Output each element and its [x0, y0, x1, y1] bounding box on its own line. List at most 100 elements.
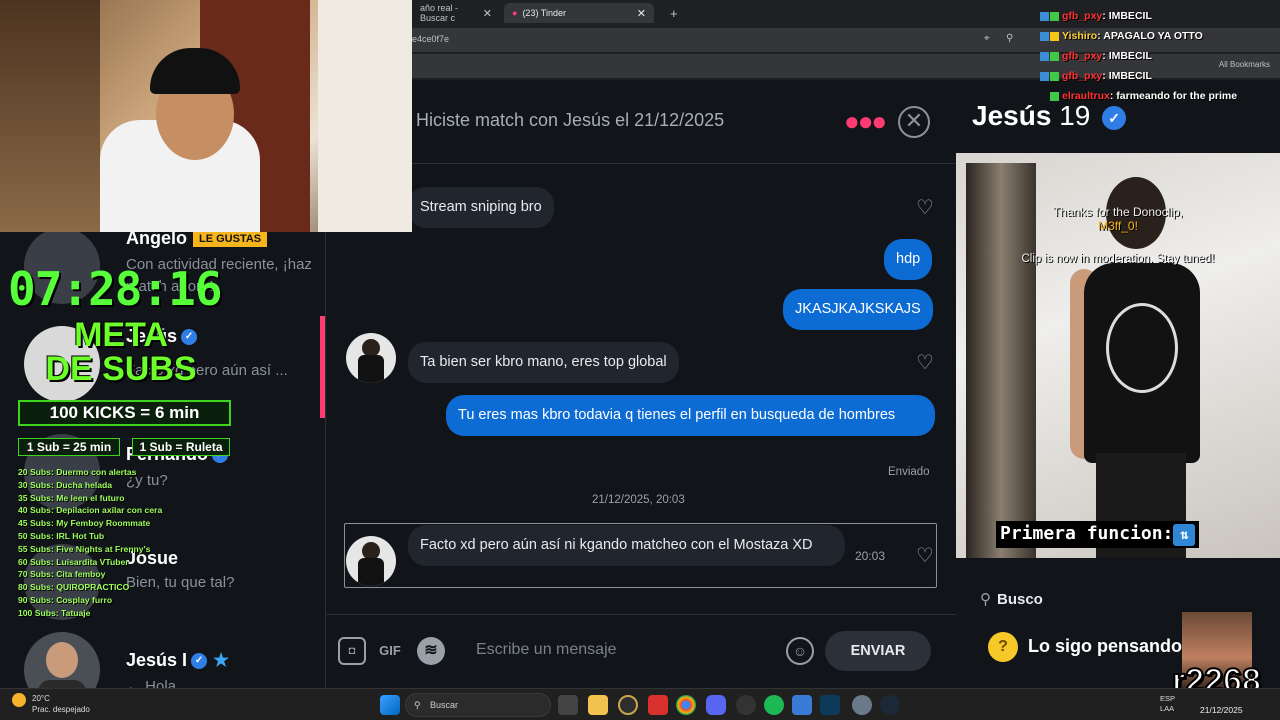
badge-icon [1040, 32, 1049, 41]
spotify-icon[interactable] [764, 695, 784, 715]
app-icon[interactable] [648, 695, 668, 715]
app-icon[interactable] [736, 695, 756, 715]
sticker-icon[interactable]: ◘ [338, 637, 366, 665]
stream-chat-overlay: gfb_pxy: IMBECIL Yishiro: APAGALO YA OTT… [1040, 6, 1280, 106]
sub-goals-list: 20 Subs: Duermo con alertas 30 Subs: Duc… [18, 466, 198, 620]
contact-name: Jesús I✓★ [126, 650, 229, 671]
like-heart-icon[interactable]: ♡ [914, 197, 936, 219]
chat-line: Yishiro: APAGALO YA OTTO [1040, 26, 1280, 46]
avatar[interactable] [346, 333, 396, 383]
lang-text: LAA [1160, 704, 1174, 713]
profile-photo[interactable]: Thanks for the Donoclip, M3ff_0! Clip is… [956, 153, 1280, 558]
tinder-flame-icon: ● [512, 8, 517, 18]
primera-funcion-banner: Primera funcion:⇅ [996, 521, 1199, 548]
tab-tinder[interactable]: ● (23) Tinder ✕ [504, 3, 654, 23]
moderation-notice: Clip is now in moderation. Stay tuned! [956, 253, 1280, 265]
goal-item: 45 Subs: My Femboy Roommate [18, 517, 198, 530]
close-tab-icon[interactable]: ✕ [637, 7, 646, 20]
like-heart-icon[interactable]: ♡ [914, 352, 936, 374]
settings-icon[interactable] [852, 695, 872, 715]
file-explorer-icon[interactable] [588, 695, 608, 715]
taskbar-clock[interactable]: 21/12/2025 [1200, 694, 1243, 716]
clock-date: 21/12/2025 [1200, 705, 1243, 715]
avatar[interactable] [346, 536, 396, 586]
message-bubble-in: Ta bien ser kbro mano, eres top global [408, 342, 679, 383]
donoclip-notice: Thanks for the Donoclip, M3ff_0! [956, 205, 1280, 233]
active-chat-indicator [320, 316, 325, 418]
chat-user: gfb_pxy [1062, 50, 1102, 62]
search-placeholder: Buscar [430, 700, 458, 710]
looking-for-text: Lo sigo pensando [1028, 636, 1182, 656]
badge-icon [1050, 52, 1059, 61]
goal-item: 90 Subs: Cosplay furro [18, 594, 198, 607]
send-button[interactable]: ENVIAR [825, 631, 931, 671]
chrome-icon[interactable] [676, 695, 696, 715]
chat-text: IMBECIL [1109, 70, 1152, 82]
donoclip-text: Thanks for the Donoclip, [956, 205, 1280, 219]
weather-desc: Prac. despejado [32, 705, 90, 714]
message-bubble-in: Stream sniping bro [408, 187, 554, 228]
meta-line: DE SUBS [26, 352, 216, 386]
new-tab-button[interactable]: + [662, 3, 682, 23]
sub-goal-title: META DE SUBS [26, 318, 216, 386]
weather-temp: 20°C [32, 694, 50, 703]
badge-icon [1050, 92, 1059, 101]
meta-line: META [26, 318, 216, 352]
message-input[interactable]: Escribe un mensaje [476, 641, 617, 659]
goal-item: 100 Subs: Tatuaje [18, 607, 198, 620]
task-view-icon[interactable] [558, 695, 578, 715]
location-icon[interactable]: ⌖ [984, 33, 990, 44]
gif-button[interactable]: GIF [376, 637, 404, 665]
photo-shirt-logo [1106, 303, 1178, 393]
chat-user: elraultrux [1062, 90, 1110, 102]
looking-for-label: Busco [997, 591, 1043, 608]
sub-time-box: 1 Sub = 25 min [18, 438, 120, 456]
badge-icon [1050, 32, 1059, 41]
tab-search[interactable]: año real - Buscar c ✕ [412, 3, 500, 23]
refresh-icon: ⇅ [1173, 524, 1195, 546]
app-icon[interactable] [820, 695, 840, 715]
primera-text: Primera funcion: [1000, 523, 1173, 544]
kicks-box: 100 KICKS = 6 min [18, 400, 231, 426]
badge-icon [1040, 72, 1049, 81]
goal-item: 20 Subs: Duermo con alertas [18, 466, 198, 479]
search-icon: ⚲ [980, 591, 991, 608]
looking-for-value: ?Lo sigo pensando [988, 632, 1182, 662]
app-icon[interactable] [792, 695, 812, 715]
steam-icon[interactable] [880, 695, 900, 715]
stream-timer: 07:28:16 [8, 262, 222, 316]
badge-icon [1040, 52, 1049, 61]
conversation-panel [326, 80, 956, 688]
windows-taskbar: 20°C Prac. despejado ⚲ Buscar ESP LAA 21… [0, 688, 1280, 720]
badge-icon [1050, 12, 1059, 21]
zoom-icon[interactable]: ⚲ [1006, 33, 1013, 44]
taskbar-search[interactable]: ⚲ Buscar [405, 693, 551, 717]
chat-line: elraultrux: farmeando for the prime [1040, 86, 1280, 106]
discord-icon[interactable] [706, 695, 726, 715]
badge-icon [1040, 12, 1049, 21]
goal-item: 40 Subs: Depilacion axilar con cera [18, 504, 198, 517]
chat-user: gfb_pxy [1062, 70, 1102, 82]
close-tab-icon[interactable]: ✕ [483, 7, 492, 20]
message-bubble-out: Tu eres mas kbro todavia q tienes el per… [446, 395, 935, 436]
looking-for-section: ⚲ Busco [980, 590, 1043, 608]
app-icon[interactable] [618, 695, 638, 715]
chat-user: gfb_pxy [1062, 10, 1102, 22]
windows-start-icon[interactable] [380, 695, 400, 715]
emoji-icon[interactable]: ☺ [786, 637, 814, 665]
spotify-icon[interactable]: ≋ [417, 637, 445, 665]
more-options-icon[interactable]: ●●● [844, 106, 885, 137]
goal-item: 50 Subs: IRL Hot Tub [18, 530, 198, 543]
language-indicator[interactable]: ESP LAA [1160, 694, 1175, 714]
lang-text: ESP [1160, 694, 1175, 703]
close-icon[interactable]: ✕ [898, 106, 930, 138]
chat-user: Yishiro [1062, 30, 1097, 42]
message-bubble-out: JKASJKAJKSKAJS [783, 289, 933, 330]
like-heart-icon[interactable]: ♡ [914, 545, 936, 567]
chat-line: gfb_pxy: IMBECIL [1040, 66, 1280, 86]
message-time: 20:03 [855, 549, 885, 563]
url-text[interactable]: e4ce0f7e [412, 34, 449, 44]
goal-item: 30 Subs: Ducha helada [18, 479, 198, 492]
weather-widget[interactable]: 20°C Prac. despejado [12, 693, 90, 715]
likes-you-badge: LE GUSTAS [193, 231, 267, 247]
